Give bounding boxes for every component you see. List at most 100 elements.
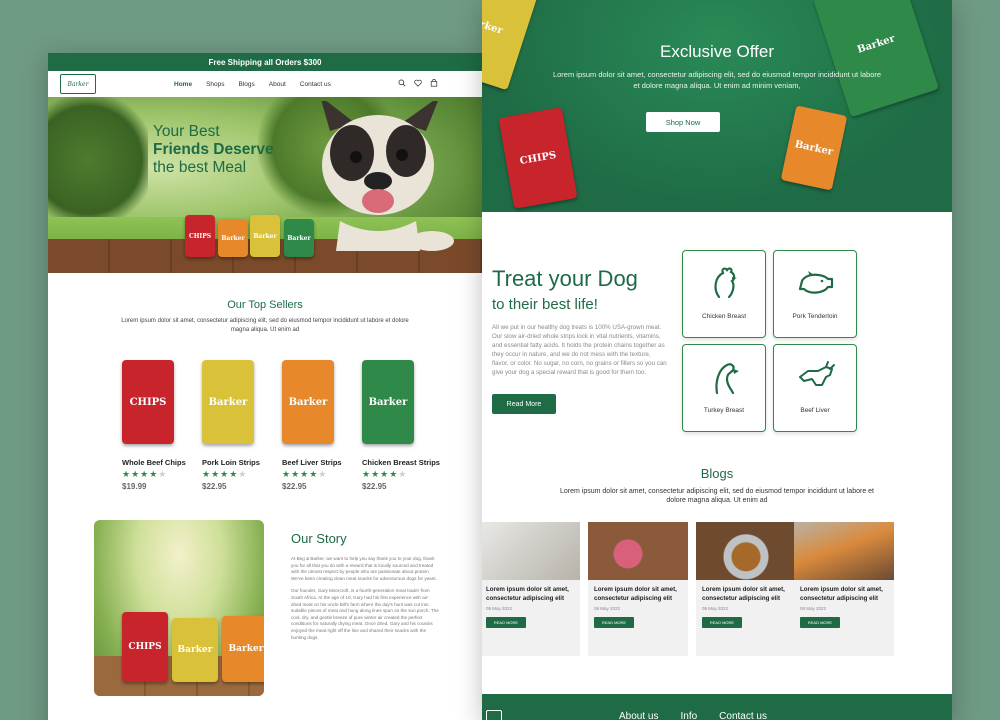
turkey-icon [715,363,739,395]
product-pack: CHIPS [498,107,578,209]
pig-icon [798,271,834,294]
product-pack: Barker [218,219,248,257]
read-more-button[interactable]: Read More [492,394,556,414]
read-more-button[interactable]: READ MORE [486,617,526,628]
offer-text: Lorem ipsum dolor sit amet, consectetur … [552,70,882,90]
category-label: Beef Liver [800,407,830,414]
site-footer: About us Info Contact us [482,694,952,720]
tree-image [48,97,148,237]
hero-line-1: Your Best [153,123,220,140]
rating-stars: ★★★★★ [122,469,168,479]
blogs-description: Lorem ipsum dolor sit amet, consectetur … [560,488,874,504]
blog-card[interactable]: Lorem ipsum dolor sit amet, consectetur … [794,522,894,656]
product-pack: Barker [222,616,264,682]
rating-stars: ★★★★★ [282,469,328,479]
treat-title: Treat your Dog [492,266,638,291]
product-card[interactable]: CHIPS Whole Beef Chips ★★★★★ $19.99 [122,360,186,491]
product-card[interactable]: Barker Beef Liver Strips ★★★★★ $22.95 [282,360,342,491]
product-card[interactable]: Barker Chicken Breast Strips ★★★★★ $22.9… [362,360,440,491]
product-name[interactable]: Chicken Breast Strips [362,458,440,467]
product-price: $22.95 [362,482,387,491]
blog-card[interactable]: Lorem ipsum dolor sit amet, consectetur … [696,522,796,656]
blog-title[interactable]: Lorem ipsum dolor sit amet, consectetur … [696,580,796,603]
category-pork-tenderloin[interactable]: Pork Tenderloin [773,250,857,338]
product-name[interactable]: Pork Loin Strips [202,458,260,467]
product-pack: Barker [780,105,848,191]
read-more-button[interactable]: READ MORE [702,617,742,628]
product-name[interactable]: Whole Beef Chips [122,458,186,467]
product-price: $19.99 [122,482,147,491]
blog-photo[interactable] [482,522,580,580]
nav-link-blogs[interactable]: Blogs [239,81,255,88]
category-chicken-breast[interactable]: Chicken Breast [682,250,766,338]
blog-date: 08 May 2022 [486,606,513,611]
footer-link-about[interactable]: About us [619,711,658,720]
category-beef-liver[interactable]: Beef Liver [773,344,857,432]
top-sellers-grid: CHIPS Whole Beef Chips ★★★★★ $19.99 Bark… [122,360,482,491]
treat-subtitle: to their best life! [492,296,598,313]
blog-title[interactable]: Lorem ipsum dolor sit amet, consectetur … [588,580,688,603]
nav-link-about[interactable]: About [269,81,286,88]
blog-card[interactable]: Lorem ipsum dolor sit amet, consectetur … [482,522,580,656]
shipping-banner: Free Shipping all Orders $300 [48,53,482,71]
story-paragraph: At Beg & Barker, we want to help you say… [291,556,437,581]
nav-links: Home Shops Blogs About Contact us [174,81,331,88]
blogs-title: Blogs [700,466,734,481]
brand-logo[interactable]: Barker [60,74,96,94]
product-price: $22.95 [282,482,307,491]
story-paragraph: Our founder, Gary Moorcroft, is a fourth… [291,588,439,640]
blog-card[interactable]: Lorem ipsum dolor sit amet, consectetur … [588,522,688,656]
heart-icon[interactable] [414,79,422,87]
hero-banner: Your Best Friends Deserve the best Meal … [48,97,482,273]
shop-now-button[interactable]: Shop Now [646,112,720,132]
blog-date: 08 May 2022 [702,606,729,611]
story-text: At Beg & Barker, we want to help you say… [291,556,439,641]
blog-photo[interactable] [696,522,796,580]
hero-heading: Your Best Friends Deserve the best Meal [153,123,274,177]
product-image[interactable]: Barker [362,360,414,444]
footer-link-info[interactable]: Info [680,711,697,720]
cow-icon [799,361,835,386]
blog-photo[interactable] [794,522,894,580]
chicken-icon [714,267,737,299]
category-turkey-breast[interactable]: Turkey Breast [682,344,766,432]
hero-line-3: the best Meal [153,159,247,176]
top-sellers-title: Our Top Sellers [227,299,303,311]
top-sellers-description: Lorem ipsum dolor sit amet, consectetur … [121,318,409,333]
product-image[interactable]: CHIPS [122,360,174,444]
product-pack: CHIPS [122,612,168,682]
read-more-button[interactable]: READ MORE [800,617,840,628]
product-pack: Barker [172,618,218,682]
footer-links: About us Info Contact us [619,711,767,720]
product-pack: Barker [284,219,314,257]
product-pack: CHIPS [185,215,215,257]
product-image[interactable]: Barker [202,360,254,444]
rating-stars: ★★★★★ [202,469,248,479]
category-label: Turkey Breast [703,407,745,414]
blog-date: 08 May 2022 [800,606,827,611]
footer-link-contact[interactable]: Contact us [719,711,767,720]
nav-link-contact[interactable]: Contact us [300,81,331,88]
product-price: $22.95 [202,482,227,491]
category-label: Chicken Breast [701,313,747,320]
story-image: CHIPS Barker Barker [94,520,264,696]
main-nav: Barker Home Shops Blogs About Contact us [48,71,482,97]
nav-link-shops[interactable]: Shops [206,81,224,88]
product-card[interactable]: Barker Pork Loin Strips ★★★★★ $22.95 [202,360,260,491]
treat-text: All we put in our healthy dog treats is … [492,324,667,376]
blog-date: 08 May 2022 [594,606,621,611]
product-pack: Barker [250,215,280,257]
product-name[interactable]: Beef Liver Strips [282,458,342,467]
offer-title: Exclusive Offer [659,42,774,61]
blog-photo[interactable] [588,522,688,580]
nav-link-home[interactable]: Home [174,81,192,88]
exclusive-offer-section: Barker CHIPS Barker Barker Exclusive Off… [482,0,952,212]
footer-logo[interactable] [486,710,502,720]
read-more-button[interactable]: READ MORE [594,617,634,628]
blog-title[interactable]: Lorem ipsum dolor sit amet, consectetur … [482,580,580,603]
search-icon[interactable] [398,79,406,87]
product-image[interactable]: Barker [282,360,334,444]
blog-title[interactable]: Lorem ipsum dolor sit amet, consectetur … [794,580,894,603]
category-label: Pork Tenderloin [792,313,838,320]
bag-icon[interactable] [430,79,438,87]
